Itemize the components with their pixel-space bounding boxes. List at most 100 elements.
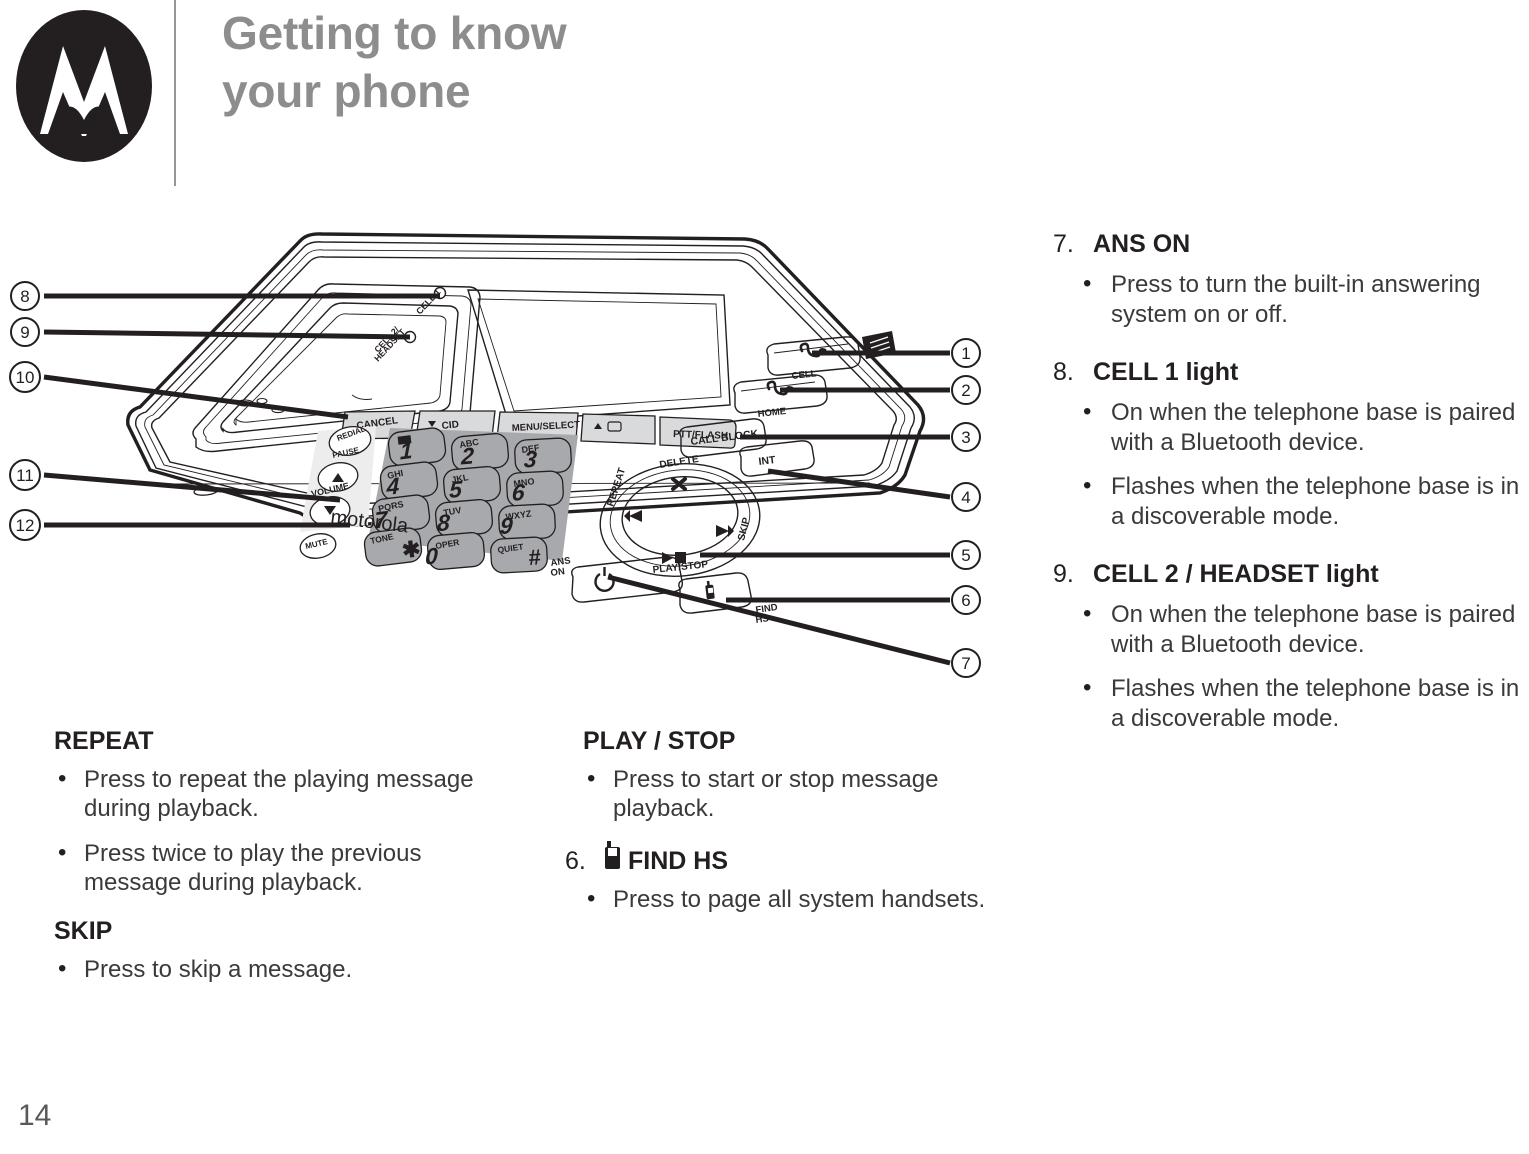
section-find-hs: 6. FIND HS Press to page all system hand… <box>565 841 1015 914</box>
section-ans-on-bullets: Press to turn the built-in answering sys… <box>1053 269 1523 330</box>
page-title-line1: Getting to know <box>222 7 567 59</box>
svg-text:8: 8 <box>20 287 29 306</box>
list-item: On when the telephone base is paired wit… <box>1053 599 1523 660</box>
motorola-logo <box>16 10 152 162</box>
section-skip-heading: SKIP <box>36 915 486 947</box>
callout-8: 8 <box>10 281 40 311</box>
svg-text:6: 6 <box>511 479 526 506</box>
list-item: Press to turn the built-in answering sys… <box>1053 269 1523 330</box>
list-item: Press to page all system handsets. <box>565 884 1015 914</box>
callout-3: 3 <box>951 422 981 452</box>
section-play-stop-bullets: Press to start or stop message playback. <box>565 764 1015 823</box>
svg-text:#: # <box>528 544 542 570</box>
section-ans-on-heading: 7. ANS ON <box>1053 228 1523 260</box>
section-find-hs-bullets: Press to page all system handsets. <box>565 884 1015 914</box>
column-right: 7. ANS ON Press to turn the built-in ans… <box>1053 228 1523 760</box>
page-title: Getting to know your phone <box>222 4 922 120</box>
section-repeat-bullets: Press to repeat the playing message duri… <box>36 764 486 897</box>
list-item: Press to skip a message. <box>36 954 486 984</box>
list-item: Press to start or stop message playback. <box>565 764 1015 823</box>
list-item: Flashes when the telephone base is in a … <box>1053 471 1523 532</box>
list-item: Press twice to play the previous message… <box>36 838 486 897</box>
section-skip-bullets: Press to skip a message. <box>36 954 486 984</box>
section-cell-2-headset-light-title: CELL 2 / HEADSET light <box>1093 560 1379 588</box>
section-cell-1-light-bullets: On when the telephone base is paired wit… <box>1053 397 1523 532</box>
svg-text:4: 4 <box>961 488 970 507</box>
svg-text:10: 10 <box>16 368 35 387</box>
section-cell-1-light-heading: 8. CELL 1 light <box>1053 356 1523 388</box>
leader-7 <box>607 574 951 666</box>
section-cell-2-headset-light-number: 9. <box>1053 560 1074 588</box>
section-repeat-title: REPEAT <box>54 727 154 755</box>
section-find-hs-title: FIND HS <box>628 847 728 875</box>
svg-text:✱: ✱ <box>401 536 422 563</box>
label-home-key: HOME <box>757 406 786 420</box>
label-on: ON <box>550 566 566 579</box>
section-find-hs-heading: 6. FIND HS <box>565 841 1015 877</box>
svg-text:0: 0 <box>425 542 439 569</box>
svg-text:12: 12 <box>16 516 35 535</box>
leader-9 <box>43 329 411 340</box>
leader-10 <box>43 374 349 420</box>
label-repeat: REPEAT <box>605 467 628 508</box>
section-cell-2-headset-light-bullets: On when the telephone base is paired wit… <box>1053 599 1523 734</box>
svg-text:3: 3 <box>961 428 970 447</box>
svg-text:5: 5 <box>449 476 464 503</box>
column-left: REPEAT Press to repeat the playing messa… <box>36 725 486 1002</box>
list-item: Press to repeat the playing message duri… <box>36 764 486 823</box>
list-item: On when the telephone base is paired wit… <box>1053 397 1523 458</box>
label-skip: SKIP <box>736 516 752 542</box>
section-skip-title: SKIP <box>54 917 113 945</box>
section-repeat: REPEAT Press to repeat the playing messa… <box>36 725 486 897</box>
svg-text:1: 1 <box>961 344 970 363</box>
page-title-line2: your phone <box>222 65 471 117</box>
svg-text:8: 8 <box>437 509 451 536</box>
section-ans-on-number: 7. <box>1053 230 1074 258</box>
header-divider <box>174 0 176 186</box>
callout-6: 6 <box>951 585 981 615</box>
svg-text:7: 7 <box>961 654 970 673</box>
handset-icon <box>605 841 620 869</box>
callout-4: 4 <box>951 482 981 512</box>
svg-text:4: 4 <box>386 472 400 500</box>
section-cell-1-light-number: 8. <box>1053 358 1074 386</box>
section-cell-2-headset-light-heading: 9. CELL 2 / HEADSET light <box>1053 558 1523 590</box>
callout-7: 7 <box>951 648 981 678</box>
section-skip: SKIP Press to skip a message. <box>36 915 486 984</box>
svg-text:9: 9 <box>20 323 29 342</box>
section-play-stop-heading: PLAY / STOP <box>565 725 1015 757</box>
section-find-hs-number: 6. <box>565 847 586 875</box>
callout-5: 5 <box>951 540 981 570</box>
section-cell-1-light: 8. CELL 1 light On when the telephone ba… <box>1053 356 1523 532</box>
section-ans-on-title: ANS ON <box>1093 230 1191 258</box>
handset-icon-diagram <box>705 580 715 600</box>
callout-1: 1 <box>951 338 981 368</box>
page-header: Getting to know your phone <box>0 0 1529 190</box>
section-cell-1-light-title: CELL 1 light <box>1093 358 1239 386</box>
svg-text:9: 9 <box>499 512 514 539</box>
keypad: 1 ABC 2 DEF 3 GHI 4 JKL 5 MNO 6 PQRS 7 T… <box>363 427 572 574</box>
svg-text:11: 11 <box>16 466 34 485</box>
callout-2: 2 <box>951 375 981 405</box>
section-play-stop-title: PLAY / STOP <box>583 727 736 755</box>
label-delete: DELETE <box>659 454 700 471</box>
page-number: 14 <box>18 1099 52 1132</box>
callout-11: 11 <box>9 459 41 491</box>
callout-12: 12 <box>9 509 41 541</box>
column-middle: PLAY / STOP Press to start or stop messa… <box>565 725 1015 932</box>
telephone-base-diagram: .ol{fill:none;stroke:#231f20;stroke-widt… <box>0 225 1030 695</box>
section-ans-on: 7. ANS ON Press to turn the built-in ans… <box>1053 228 1523 330</box>
label-int: INT <box>758 454 777 468</box>
callout-9: 9 <box>10 317 40 347</box>
svg-text:3: 3 <box>523 446 538 473</box>
section-repeat-heading: REPEAT <box>36 725 486 757</box>
list-item: Flashes when the telephone base is in a … <box>1053 673 1523 734</box>
svg-text:2: 2 <box>460 442 475 469</box>
label-cell1-light: CELL 1 <box>414 287 442 316</box>
svg-text:6: 6 <box>961 591 970 610</box>
callout-10: 10 <box>9 361 41 393</box>
section-cell-2-headset-light: 9. CELL 2 / HEADSET light On when the te… <box>1053 558 1523 734</box>
section-play-stop: PLAY / STOP Press to start or stop messa… <box>565 725 1015 823</box>
leader-11 <box>43 472 341 503</box>
svg-text:5: 5 <box>961 546 970 565</box>
